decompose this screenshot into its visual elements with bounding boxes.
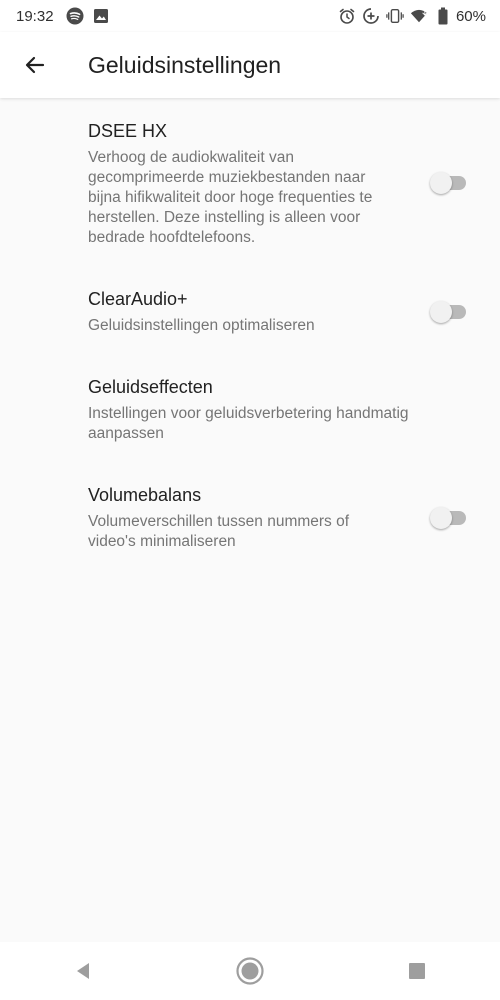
- battery-icon: [434, 7, 452, 25]
- setting-description: Verhoog de audiokwaliteit van gecomprime…: [88, 149, 373, 246]
- nav-recents-button[interactable]: [389, 947, 445, 995]
- back-button[interactable]: [11, 41, 59, 89]
- status-time: 19:32: [16, 7, 54, 25]
- recents-square-icon: [407, 961, 427, 981]
- toggle-thumb: [430, 301, 452, 323]
- setting-description: Geluidsinstellingen optimaliseren: [88, 317, 315, 334]
- status-right: 60%: [338, 7, 500, 25]
- setting-description: Volumeverschillen tussen nummers of vide…: [88, 513, 350, 550]
- alarm-icon: [338, 7, 356, 25]
- volume-balance-toggle[interactable]: [430, 504, 468, 532]
- arrow-left-icon: [23, 53, 47, 77]
- setting-title: Volumebalans: [88, 485, 202, 505]
- navigation-bar: [0, 942, 500, 1000]
- home-circle-icon: [235, 956, 265, 986]
- setting-description: Instellingen voor geluidsverbetering han…: [88, 405, 409, 442]
- setting-sound-effects[interactable]: Geluidseffecten Instellingen voor geluid…: [0, 356, 500, 464]
- nav-home-button[interactable]: [222, 947, 278, 995]
- setting-title: ClearAudio+: [88, 289, 188, 309]
- status-left: 19:32: [0, 7, 118, 25]
- setting-title: DSEE HX: [88, 121, 168, 141]
- screen: 19:32 60% Geluidsinstellingen DSEE HX Ve…: [0, 0, 500, 1000]
- clearaudio-toggle[interactable]: [430, 298, 468, 326]
- dsee-hx-toggle[interactable]: [430, 169, 468, 197]
- battery-percentage: 60%: [455, 7, 486, 25]
- wifi-icon: [410, 7, 428, 25]
- page-title: Geluidsinstellingen: [88, 51, 282, 78]
- setting-dsee-hx[interactable]: DSEE HX Verhoog de audiokwaliteit van ge…: [0, 98, 500, 268]
- spotify-icon: [66, 7, 84, 25]
- app-bar: Geluidsinstellingen: [0, 32, 500, 98]
- nav-back-button[interactable]: [55, 947, 111, 995]
- back-triangle-icon: [73, 961, 93, 981]
- image-icon: [92, 7, 110, 25]
- setting-volume-balance[interactable]: Volumebalans Volumeverschillen tussen nu…: [0, 464, 500, 572]
- toggle-thumb: [430, 172, 452, 194]
- settings-list: DSEE HX Verhoog de audiokwaliteit van ge…: [0, 98, 500, 572]
- status-bar: 19:32 60%: [0, 0, 500, 32]
- setting-title: Geluidseffecten: [88, 377, 213, 397]
- setting-clearaudio[interactable]: ClearAudio+ Geluidsinstellingen optimali…: [0, 268, 500, 356]
- data-saver-icon: [362, 7, 380, 25]
- toggle-thumb: [430, 507, 452, 529]
- vibrate-icon: [386, 7, 404, 25]
